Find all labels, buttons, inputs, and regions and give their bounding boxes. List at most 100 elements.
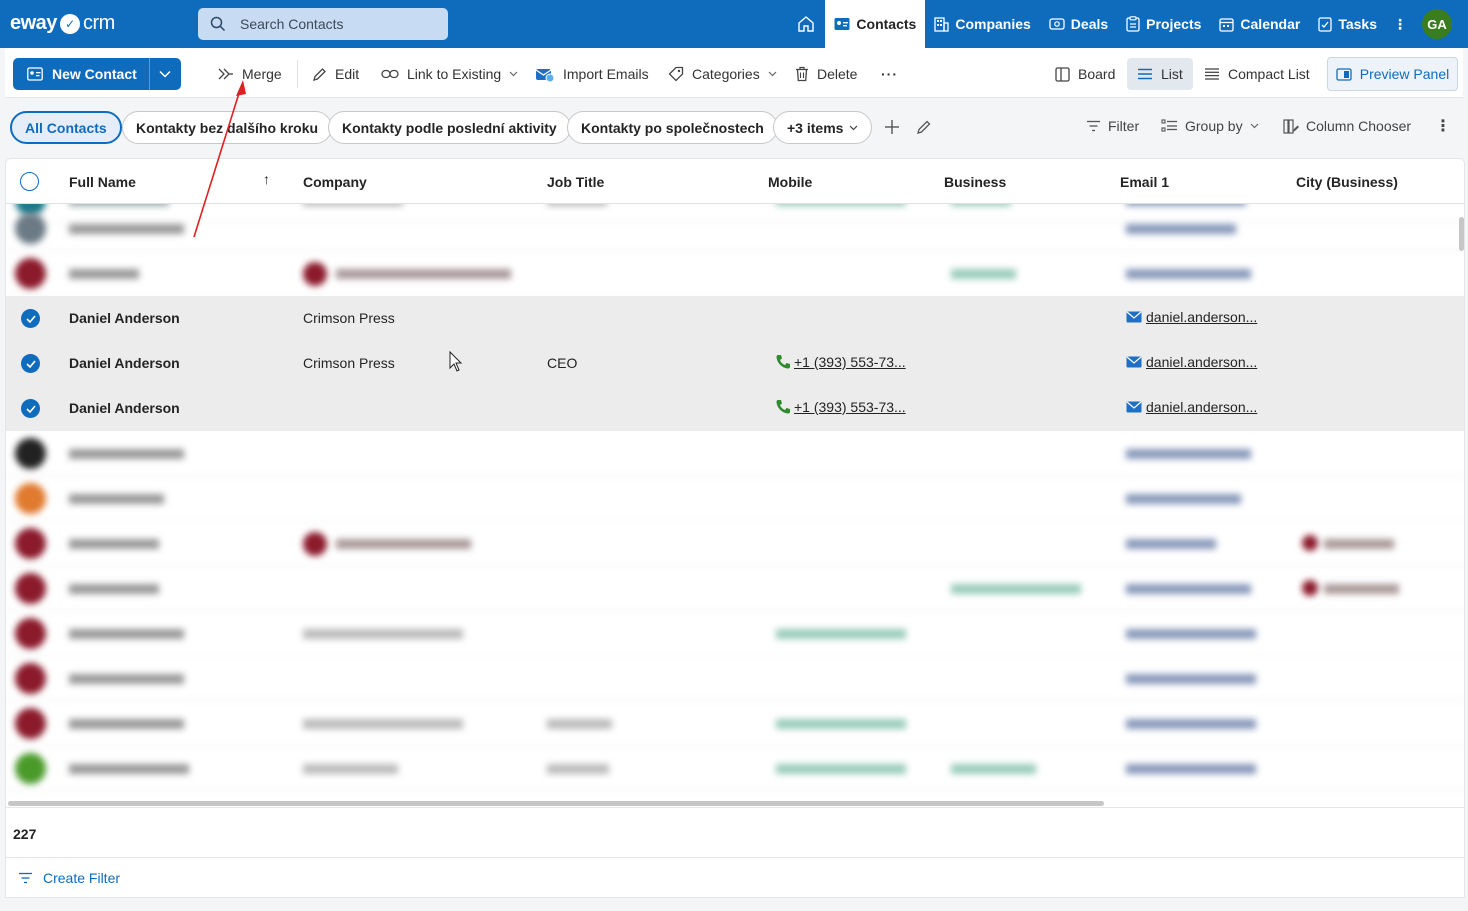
filter-more-options-icon[interactable]: ⋮: [1435, 116, 1451, 136]
filter-kontakty-spolecnosti[interactable]: Kontakty po společnostech: [567, 111, 778, 144]
import-emails-button[interactable]: Import Emails: [535, 58, 649, 90]
new-contact-button[interactable]: New Contact: [13, 58, 150, 90]
nav-projects[interactable]: Projects: [1117, 0, 1210, 48]
new-contact-label: New Contact: [52, 66, 137, 82]
table-row-selected[interactable]: Daniel Anderson +1 (393) 553-73... danie…: [6, 386, 1464, 431]
blurred-text: [303, 719, 463, 729]
contact-full-name[interactable]: Daniel Anderson: [69, 310, 180, 326]
compact-list-view-button[interactable]: Compact List: [1194, 58, 1320, 90]
blurred-text: [69, 449, 184, 459]
nav-companies[interactable]: Companies: [925, 0, 1039, 48]
column-header-city[interactable]: City (Business): [1296, 174, 1398, 190]
filter-all-contacts[interactable]: All Contacts: [10, 111, 122, 144]
contact-card-icon: [27, 67, 43, 81]
delete-button[interactable]: Delete: [795, 58, 857, 90]
vertical-scrollbar[interactable]: [1459, 217, 1464, 251]
nav-more-icon[interactable]: ⋮: [1386, 16, 1414, 33]
eway-logo[interactable]: eway ✓ crm: [10, 12, 115, 35]
calendar-icon: [1219, 17, 1235, 32]
contact-mobile-link[interactable]: +1 (393) 553-73...: [794, 399, 906, 415]
filter-button[interactable]: Filter: [1086, 118, 1139, 134]
horizontal-scrollbar[interactable]: [8, 801, 1104, 806]
home-nav-button[interactable]: [787, 0, 825, 48]
user-avatar[interactable]: GA: [1422, 9, 1452, 39]
filter-kontakty-bez-kroku[interactable]: Kontakty bez dalšího kroku: [122, 111, 333, 144]
avatar: [15, 438, 46, 469]
blurred-text: [69, 719, 184, 729]
table-row[interactable]: [6, 656, 1464, 701]
contact-email-link[interactable]: daniel.anderson...: [1146, 354, 1257, 370]
blurred-text: [1126, 449, 1251, 459]
chevron-down-icon: [850, 125, 858, 130]
list-view-button[interactable]: List: [1127, 58, 1193, 90]
contact-email-link[interactable]: daniel.anderson...: [1146, 399, 1257, 415]
command-toolbar: New Contact Merge Edit Link to Existing …: [5, 48, 1463, 98]
select-all-checkbox[interactable]: [20, 172, 39, 191]
link-to-existing-button[interactable]: Link to Existing: [381, 58, 518, 90]
nav-tasks[interactable]: Tasks: [1309, 0, 1386, 48]
filter-more-items[interactable]: +3 items: [773, 111, 873, 144]
group-by-button[interactable]: Group by: [1161, 118, 1259, 134]
row-checkbox-checked[interactable]: [21, 309, 40, 328]
column-header-company[interactable]: Company: [303, 174, 367, 190]
list-icon: [1138, 68, 1152, 80]
new-contact-dropdown[interactable]: [150, 58, 181, 90]
table-row-selected[interactable]: Daniel Anderson Crimson Press CEO +1 (39…: [6, 341, 1464, 386]
column-chooser-button[interactable]: Column Chooser: [1283, 118, 1411, 134]
contact-mobile-link[interactable]: +1 (393) 553-73...: [794, 354, 906, 370]
blurred-text: [1324, 584, 1399, 594]
contact-full-name[interactable]: Daniel Anderson: [69, 355, 180, 371]
table-row[interactable]: [6, 431, 1464, 476]
blurred-text: [951, 269, 1016, 279]
row-checkbox-checked[interactable]: [21, 354, 40, 373]
filter-kontakty-aktivity[interactable]: Kontakty podle poslední aktivity: [328, 111, 571, 144]
table-row[interactable]: [6, 611, 1464, 656]
checkmark-icon: [25, 404, 36, 413]
contact-job-title: CEO: [547, 355, 578, 371]
more-actions-icon[interactable]: ···: [881, 58, 898, 90]
column-header-full-name[interactable]: Full Name: [69, 174, 136, 190]
board-view-button[interactable]: Board: [1045, 58, 1125, 90]
create-filter-button[interactable]: Create Filter: [18, 870, 120, 886]
categories-button[interactable]: Categories: [668, 58, 777, 90]
table-row[interactable]: [6, 746, 1464, 791]
table-row[interactable]: [6, 251, 1464, 296]
building-icon: [934, 16, 949, 32]
main-nav: Contacts Companies Deals Projects Calend…: [787, 0, 1468, 48]
edit-filters-icon[interactable]: [916, 119, 932, 135]
table-row-selected[interactable]: Daniel Anderson Crimson Press daniel.and…: [6, 296, 1464, 341]
contact-full-name[interactable]: Daniel Anderson: [69, 400, 180, 416]
chevron-down-icon: [509, 71, 518, 77]
table-row[interactable]: [6, 521, 1464, 566]
nav-deals[interactable]: Deals: [1040, 0, 1117, 48]
sort-ascending-icon[interactable]: ↑: [263, 171, 270, 187]
merge-button[interactable]: Merge: [218, 58, 282, 90]
grid-header: Full Name ↑ Company Job Title Mobile Bus…: [6, 159, 1464, 204]
search-box[interactable]: [198, 8, 448, 40]
nav-calendar[interactable]: Calendar: [1210, 0, 1309, 48]
column-header-mobile[interactable]: Mobile: [768, 174, 812, 190]
search-input[interactable]: [240, 16, 430, 32]
nav-contacts[interactable]: Contacts: [825, 0, 926, 48]
import-emails-label: Import Emails: [563, 66, 649, 82]
table-row[interactable]: [6, 476, 1464, 521]
column-header-email1[interactable]: Email 1: [1120, 174, 1169, 190]
table-row[interactable]: [6, 566, 1464, 611]
preview-panel-button[interactable]: Preview Panel: [1327, 57, 1458, 91]
phone-icon: [776, 355, 790, 369]
nav-projects-label: Projects: [1146, 16, 1202, 32]
row-checkbox-checked[interactable]: [21, 399, 40, 418]
column-header-business[interactable]: Business: [944, 174, 1006, 190]
contact-email-link[interactable]: daniel.anderson...: [1146, 309, 1257, 325]
blurred-text: [547, 764, 609, 774]
column-header-job-title[interactable]: Job Title: [547, 174, 604, 190]
nav-calendar-label: Calendar: [1240, 16, 1301, 32]
add-filter-icon[interactable]: [884, 119, 900, 135]
blurred-text: [303, 629, 463, 639]
clipboard-icon: [1126, 16, 1140, 32]
blurred-text: [547, 719, 612, 729]
city-icon: [1302, 580, 1318, 596]
edit-button[interactable]: Edit: [312, 58, 359, 90]
table-row[interactable]: [6, 701, 1464, 746]
table-row[interactable]: [6, 206, 1464, 251]
